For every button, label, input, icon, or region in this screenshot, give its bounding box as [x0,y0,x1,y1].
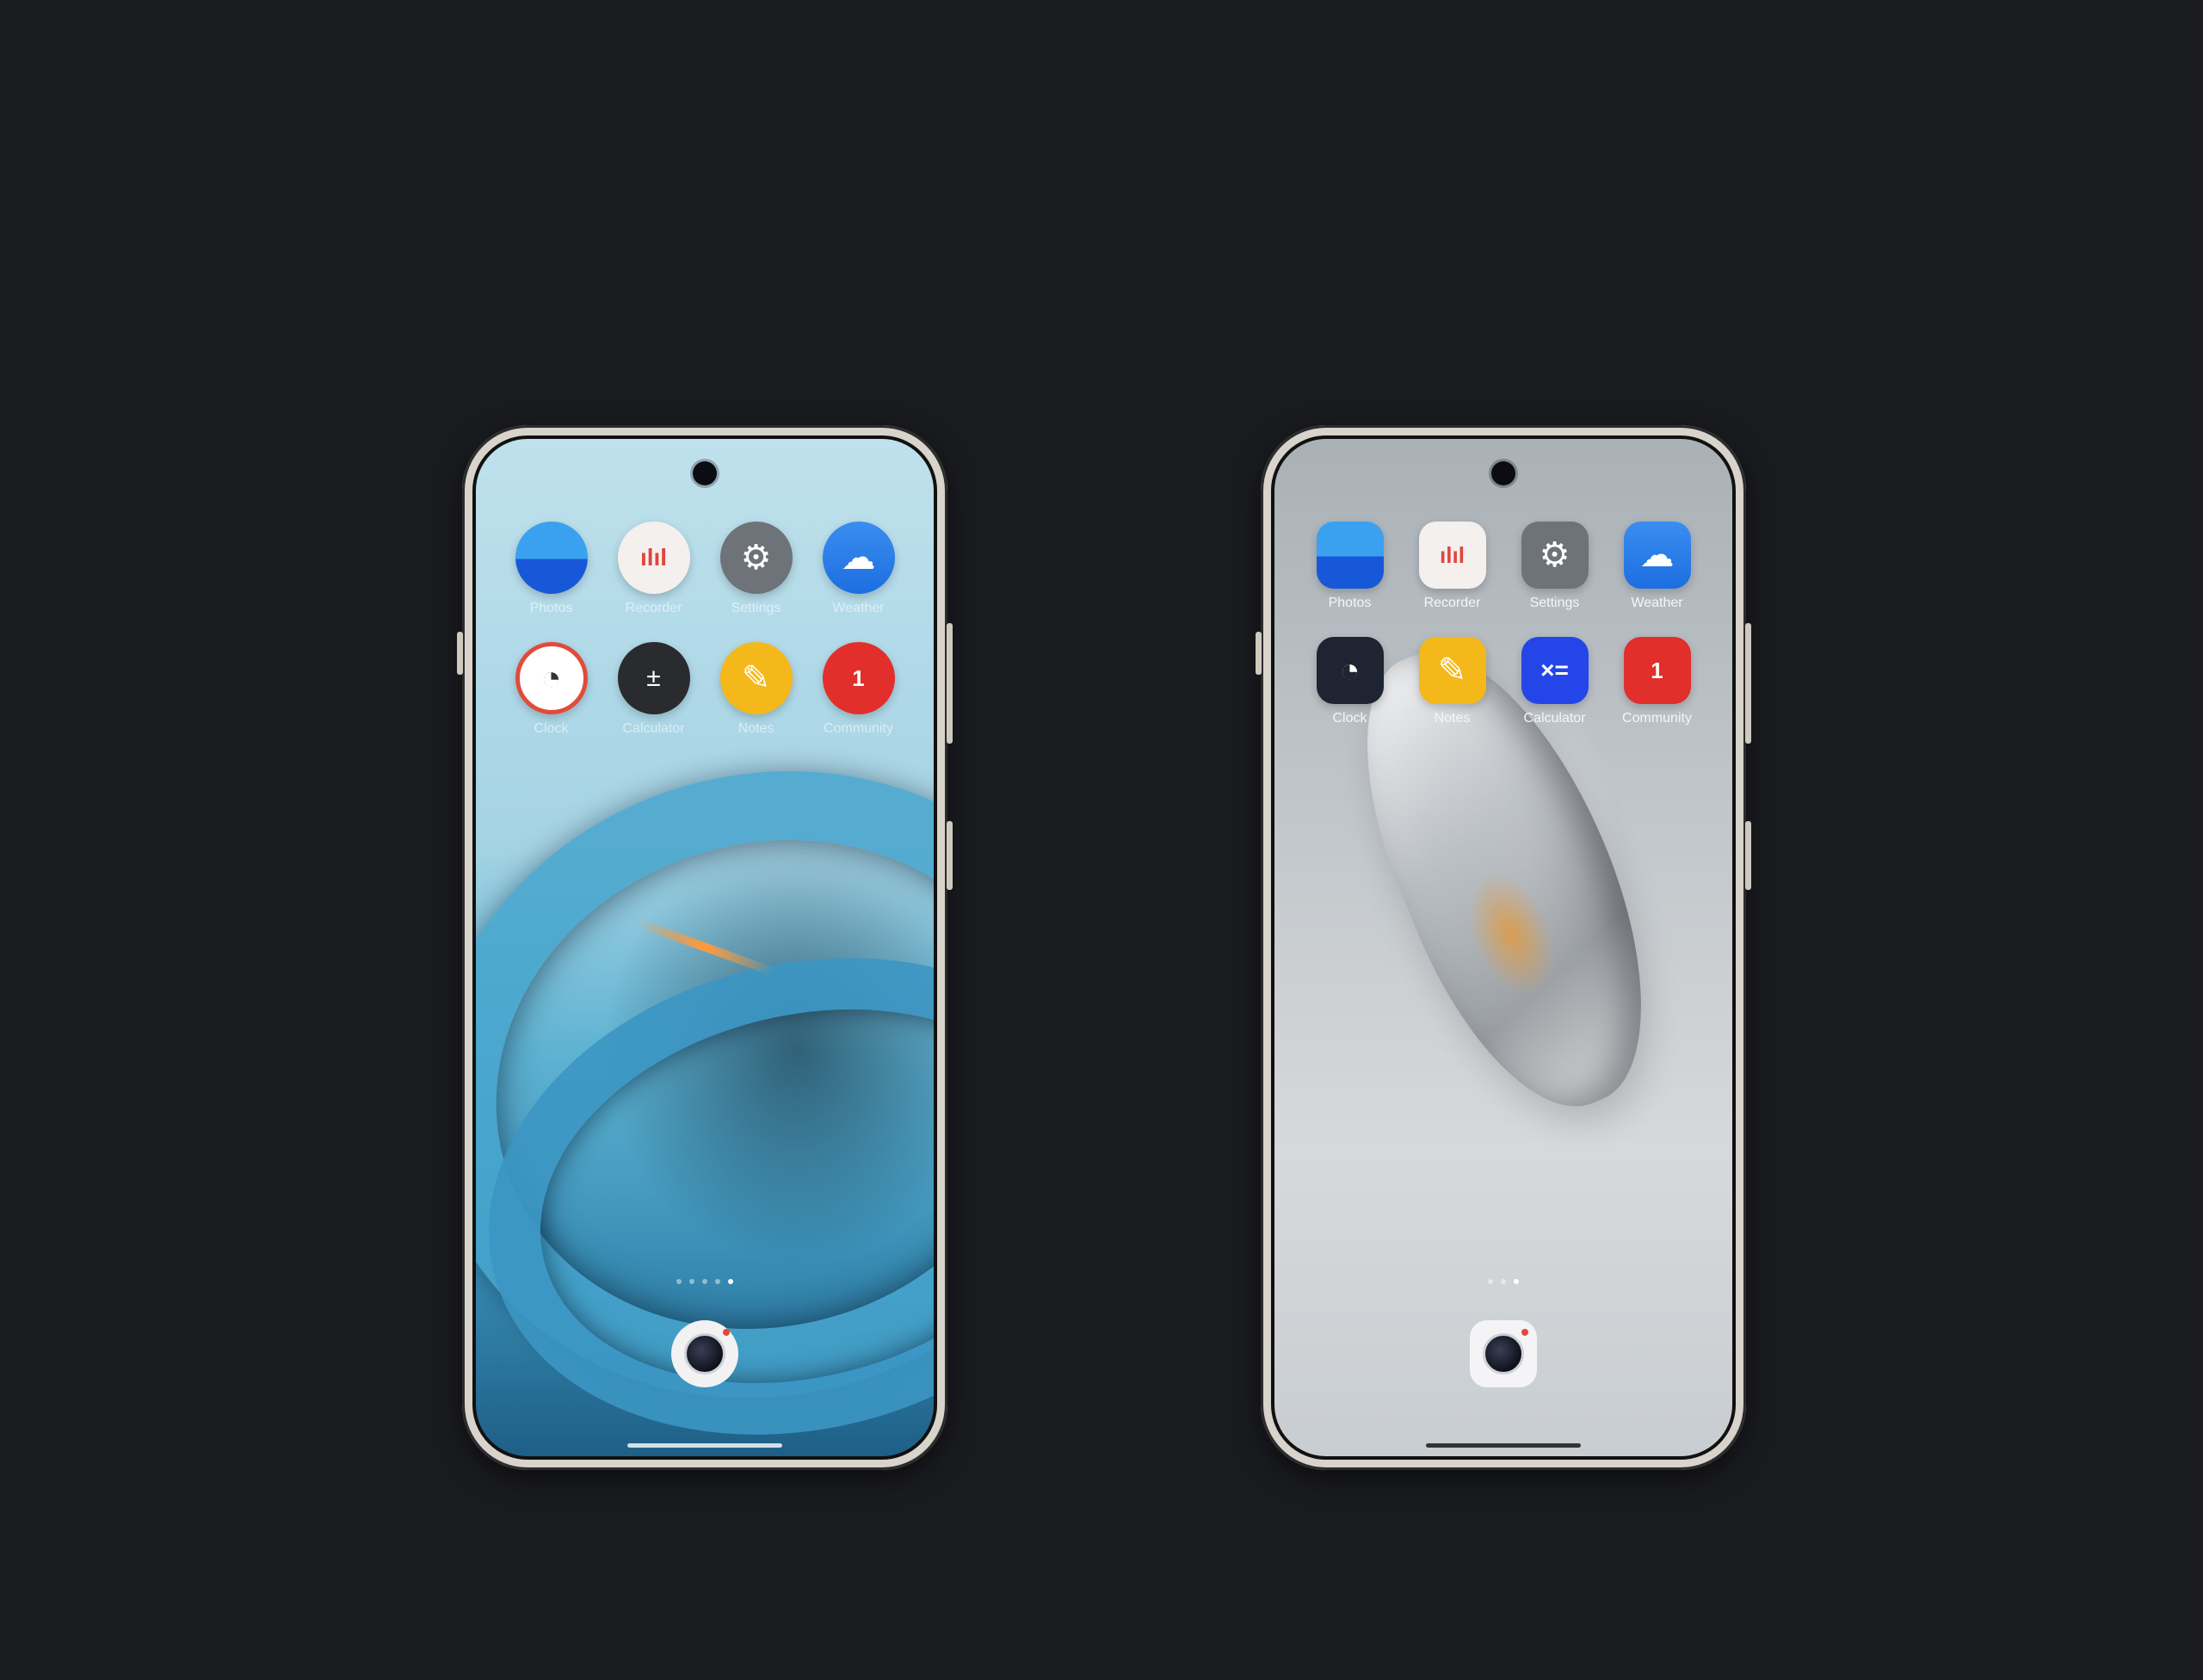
camera-indicator [1521,1329,1528,1336]
recorder-icon: ılıl [1418,522,1486,589]
app-label: Calculator [622,721,685,736]
app-label: Recorder [625,601,682,615]
app-label: Weather [832,601,885,615]
app-label: Weather [1631,596,1683,610]
calculator-icon: ×= [1521,637,1589,704]
home-indicator[interactable] [1426,1443,1581,1448]
app-label: Clock [534,721,569,736]
page-dot [702,1279,707,1284]
camera-icon [1483,1329,1528,1374]
side-button [1256,632,1262,675]
app-label: Photos [1328,596,1372,610]
app-calculator[interactable]: ×= Calculator [1503,637,1606,726]
recorder-icon: ılıl [617,522,690,594]
home-screen-right: Photos ılıl Recorder ⚙ Settings ☁ Weathe… [1271,435,1736,1460]
app-label: Recorder [1423,596,1481,610]
app-label: Settings [731,601,781,615]
app-photos[interactable]: Photos [500,522,602,616]
settings-icon: ⚙ [1521,522,1589,589]
volume-button [947,623,953,744]
volume-button [1745,623,1751,744]
photos-icon [515,522,588,594]
page-dot [676,1279,682,1284]
page-dot [689,1279,694,1284]
page-dot [1501,1279,1506,1284]
page-indicator[interactable] [1274,1279,1732,1284]
community-icon: 1 [1623,637,1691,704]
page-dot-active [1514,1279,1519,1284]
photos-icon [1316,522,1384,589]
app-label: Photos [529,601,573,615]
app-weather[interactable]: ☁ Weather [1606,522,1708,611]
app-recorder[interactable]: ılıl Recorder [602,522,705,616]
camera-app-button[interactable] [671,1320,738,1387]
app-label: Notes [737,721,774,736]
app-label: Calculator [1523,711,1586,726]
front-camera [693,461,717,485]
camera-indicator [723,1329,730,1336]
app-calculator[interactable]: ± Calculator [602,642,705,737]
clock-icon: ◔ [515,642,588,714]
app-label: Community [824,721,893,736]
app-weather[interactable]: ☁ Weather [807,522,910,616]
app-settings[interactable]: ⚙ Settings [1503,522,1606,611]
phone-right: Photos ılıl Recorder ⚙ Settings ☁ Weathe… [1256,425,1751,1470]
app-label: Settings [1529,596,1580,610]
page-indicator[interactable] [476,1279,934,1284]
app-settings[interactable]: ⚙ Settings [705,522,807,616]
camera-icon [684,1329,730,1374]
home-indicator[interactable] [627,1443,782,1448]
settings-icon: ⚙ [719,522,793,594]
phone-left: Photos ılıl Recorder ⚙ Settings ☁ Weathe… [457,425,953,1470]
calculator-icon: ± [617,642,690,714]
app-community[interactable]: 1 Community [1606,637,1708,726]
weather-icon: ☁ [1623,522,1691,589]
page-dot [715,1279,720,1284]
app-notes[interactable]: ✎ Notes [705,642,807,737]
front-camera [1491,461,1515,485]
page-dot [1488,1279,1493,1284]
page-dot-active [728,1279,733,1284]
clock-icon: ◔ [1316,637,1384,704]
app-label: Clock [1332,711,1367,726]
app-grid: Photos ılıl Recorder ⚙ Settings ☁ Weathe… [1299,522,1708,726]
notes-icon: ✎ [1418,637,1486,704]
weather-icon: ☁ [822,522,895,594]
app-community[interactable]: 1 Community [807,642,910,737]
app-clock[interactable]: ◔ Clock [500,642,602,737]
notes-icon: ✎ [719,642,793,714]
app-clock[interactable]: ◔ Clock [1299,637,1401,726]
power-button [947,821,953,890]
app-label: Notes [1434,711,1471,726]
app-grid: Photos ılıl Recorder ⚙ Settings ☁ Weathe… [500,522,910,737]
app-recorder[interactable]: ılıl Recorder [1401,522,1503,611]
side-button [457,632,463,675]
power-button [1745,821,1751,890]
home-screen-left: Photos ılıl Recorder ⚙ Settings ☁ Weathe… [472,435,937,1460]
app-label: Community [1622,711,1692,726]
camera-app-button[interactable] [1470,1320,1537,1387]
app-notes[interactable]: ✎ Notes [1401,637,1503,726]
app-photos[interactable]: Photos [1299,522,1401,611]
community-icon: 1 [822,642,895,714]
